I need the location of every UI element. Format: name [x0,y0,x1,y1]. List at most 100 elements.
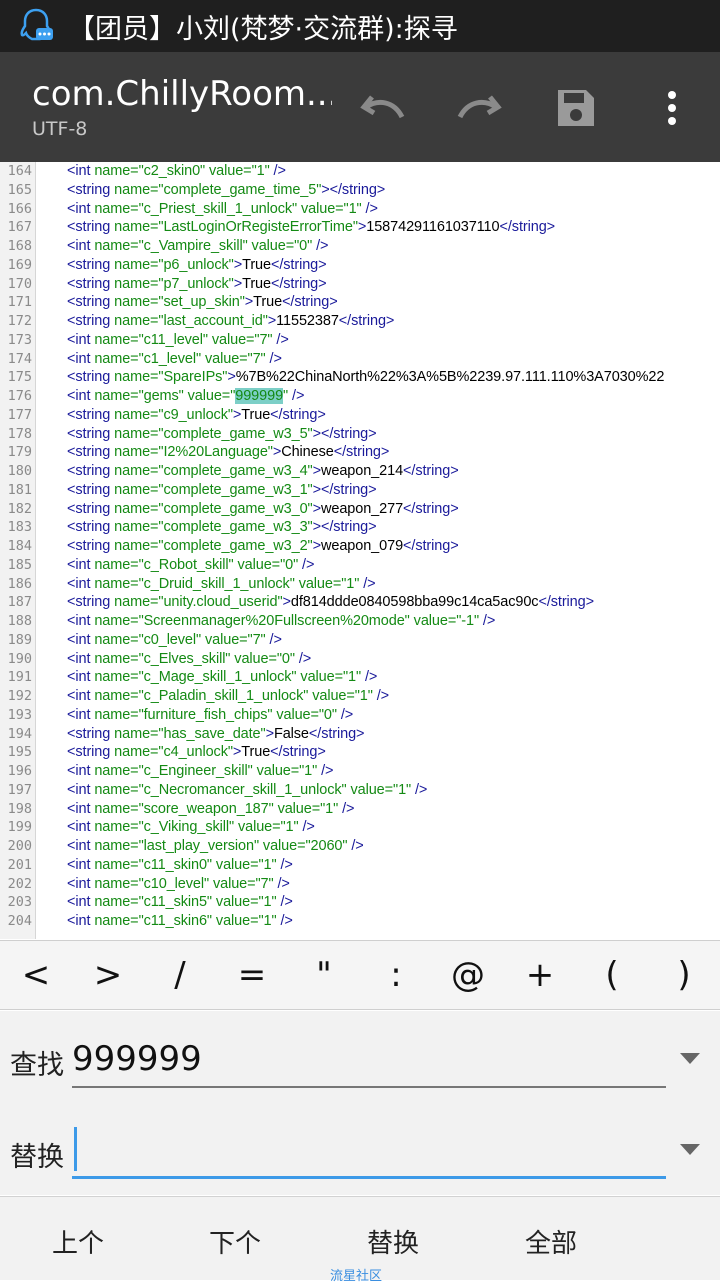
symbol-key[interactable]: ) [654,955,714,995]
code-line[interactable]: <int name="c_Druid_skill_1_unlock" value… [67,576,376,592]
code-line[interactable]: <string name="set_up_skin">True</string> [67,294,338,310]
code-token: <string [67,538,115,554]
code-line[interactable]: <int name="c_Engineer_skill" value="1" /… [67,763,334,779]
symbol-key[interactable]: ( [582,955,642,995]
encoding-label[interactable]: UTF-8 [32,118,87,140]
symbol-key[interactable]: = [222,955,282,995]
code-token: name= [114,275,159,292]
symbol-key[interactable]: < [6,955,66,995]
code-line[interactable]: <int name="c0_level" value="7" /> [67,632,282,648]
code-line[interactable]: <string name="LastLoginOrRegisteErrorTim… [67,219,555,235]
code-line[interactable]: <int name="c_Vampire_skill" value="0" /> [67,238,328,254]
code-line[interactable]: <string name="last_account_id">11552387<… [67,313,394,329]
redo-icon [457,95,502,119]
code-line[interactable]: <int name="c10_level" value="7" /> [67,876,290,892]
code-line[interactable]: <string name="c4_unlock">True</string> [67,744,326,760]
code-line[interactable]: <int name="c1_level" value="7" /> [67,351,282,367]
code-line[interactable]: <int name="score_weapon_187" value="1" /… [67,801,355,817]
code-token: <int [67,575,95,592]
symbol-key[interactable]: + [510,955,570,995]
code-line[interactable]: <int name="c_Viking_skill" value="1" /> [67,819,315,835]
code-token: "c_Elves_skill" [138,650,231,667]
code-line[interactable]: <string name="has_save_date">False</stri… [67,726,365,742]
code-line[interactable]: <string name="complete_game_w3_1"></stri… [67,482,377,498]
code-line[interactable]: <int name="c11_skin6" value="1" /> [67,913,293,929]
code-token: name= [94,781,139,798]
code-token: "1" [258,894,277,911]
code-line[interactable]: <int name="gems" value="999999" /> [67,388,304,404]
code-token: "0" [276,650,295,667]
code-token: "7" [254,331,273,348]
code-token: name= [114,406,159,423]
code-line[interactable]: <string name="complete_game_time_5"></st… [67,182,385,198]
code-line[interactable]: <int name="c_Robot_skill" value="0" /> [67,557,314,573]
code-token: <int [67,763,95,779]
code-token: value= [296,669,343,686]
redo-button[interactable] [452,81,506,135]
code-line[interactable]: <int name="c_Elves_skill" value="0" /> [67,651,311,667]
symbol-key[interactable]: : [366,955,426,995]
code-token: "0" [280,556,299,573]
code-line[interactable]: <int name="c_Priest_skill_1_unlock" valu… [67,201,378,217]
code-token: True [242,275,271,292]
code-line[interactable]: <int name="c11_level" value="7" /> [67,332,289,348]
code-token: /> [312,238,329,254]
code-token: name= [114,538,159,554]
find-input[interactable]: 999999 [72,1039,202,1079]
code-line[interactable]: <string name="I2%20Language">Chinese</st… [67,444,389,460]
replace-all-button[interactable]: 全部 [491,1223,611,1260]
code-token: value= [272,706,319,723]
find-history-dropdown-icon[interactable] [680,1053,700,1064]
undo-button[interactable] [356,81,410,135]
more-menu-button[interactable] [645,81,699,135]
code-line[interactable]: <string name="p7_unlock">True</string> [67,276,327,292]
symbol-key[interactable]: @ [438,955,498,995]
symbol-key[interactable]: " [294,955,354,995]
code-token: value= [207,331,255,348]
code-token: value= [233,556,281,573]
code-token: ></string> [312,425,377,442]
code-line[interactable]: <int name="c2_skin0" value="1" /> [67,163,286,179]
line-number: 178 [7,425,32,442]
code-line[interactable]: <int name="c_Paladin_skill_1_unlock" val… [67,688,389,704]
code-token: <string [67,481,115,498]
code-line[interactable]: <int name="c_Necromancer_skill_1_unlock"… [67,782,427,798]
code-line[interactable]: <int name="last_play_version" value="206… [67,838,364,854]
code-line[interactable]: <int name="Screenmanager%20Fullscreen%20… [67,613,495,629]
symbol-key[interactable]: / [150,955,210,995]
code-token: "2060" [305,838,348,854]
code-token: /> [265,631,282,648]
line-number: 198 [7,800,32,817]
next-match-button[interactable]: 下个 [175,1223,295,1260]
code-line[interactable]: <int name="c_Mage_skill_1_unlock" value=… [67,669,377,685]
code-line[interactable]: <string name="complete_game_w3_3"></stri… [67,519,377,535]
code-line[interactable]: <int name="furniture_fish_chips" value="… [67,707,353,723]
code-token: /> [272,331,289,348]
code-line[interactable]: <string name="p6_unlock">True</string> [67,257,327,273]
code-line[interactable]: <string name="complete_game_w3_4">weapon… [67,463,459,479]
replace-history-dropdown-icon[interactable] [680,1144,700,1155]
code-line[interactable]: <int name="c11_skin0" value="1" /> [67,857,293,873]
code-token: /> [265,350,282,367]
code-line[interactable]: <int name="c11_skin5" value="1" /> [67,894,293,910]
search-match-highlight: 999999 [235,388,284,404]
code-token: /> [276,856,293,873]
code-editor[interactable]: 164 165 166 167 168 169 170 171 172 173 174 175 176 1… [0,162,720,939]
code-token: /> [276,894,293,911]
code-token: <string [67,219,115,236]
symbol-key[interactable]: > [78,955,138,995]
code-token: "c_Priest_skill_1_unlock" [138,200,298,217]
save-button[interactable] [549,81,603,135]
code-token: <int [67,200,95,217]
code-line[interactable]: <string name="unity.cloud_userid">df814d… [67,594,594,610]
code-token: <int [67,613,95,629]
previous-match-button[interactable]: 上个 [18,1223,138,1260]
code-line[interactable]: <string name="c9_unlock">True</string> [67,407,326,423]
code-token: weapon_277 [320,500,404,517]
notification-text[interactable]: 【团员】小刘(梵梦·交流群):探寻 [68,7,458,46]
replace-button[interactable]: 替换 [333,1223,453,1260]
code-line[interactable]: <string name="complete_game_w3_0">weapon… [67,501,459,517]
code-line[interactable]: <string name="complete_game_w3_5"></stri… [67,426,377,442]
code-line[interactable]: <string name="SpareIPs">%7B%22ChinaNorth… [67,369,664,385]
code-line[interactable]: <string name="complete_game_w3_2">weapon… [67,538,459,554]
